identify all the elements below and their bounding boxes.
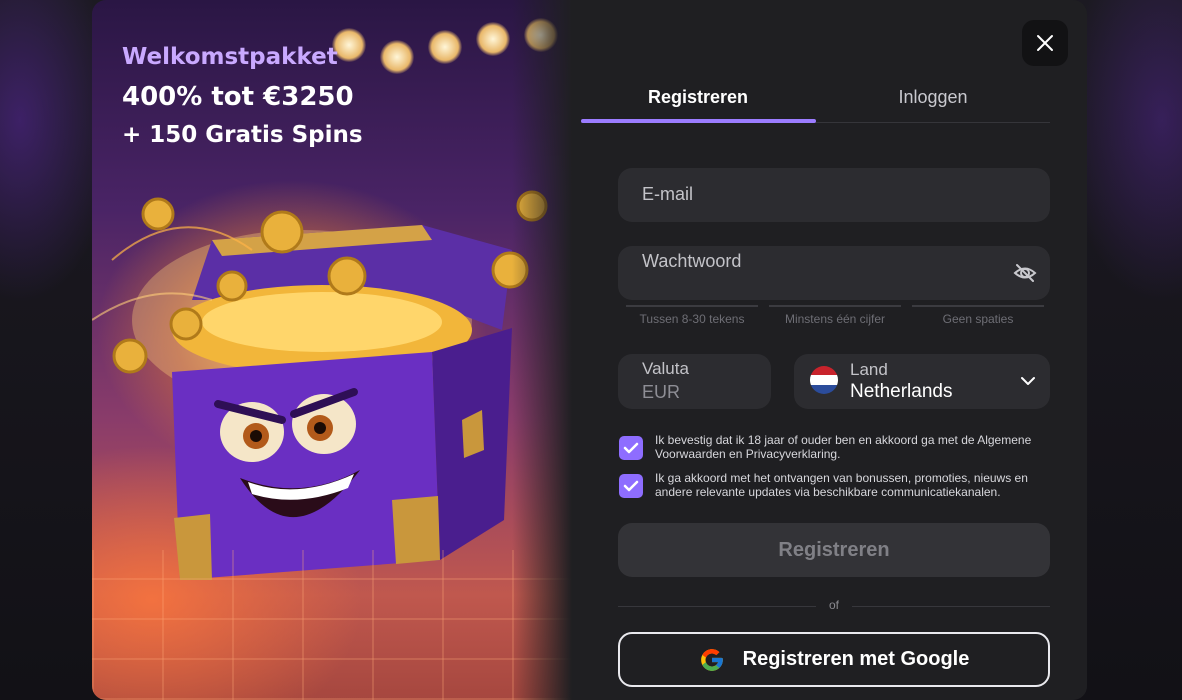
tab-register[interactable]: Registreren	[581, 78, 815, 120]
google-button-content: Registreren met Google	[620, 634, 1048, 685]
google-signup-button[interactable]: Registreren met Google	[618, 632, 1050, 687]
registration-form-panel: Registreren Inloggen E-mail Wachtwoord T…	[572, 0, 1087, 700]
password-hint-length: Tussen 8-30 tekens	[639, 312, 745, 326]
password-hint: Tussen 8-30 tekens	[626, 305, 758, 326]
promo-text-block: Welkomstpakket 400% tot €3250 + 150 Grat…	[122, 44, 363, 148]
active-tab-indicator	[581, 119, 816, 123]
promo-spins: + 150 Gratis Spins	[122, 122, 363, 148]
check-icon	[623, 442, 639, 454]
age-consent-checkbox[interactable]	[619, 436, 643, 460]
promo-banner: Welkomstpakket 400% tot €3250 + 150 Grat…	[92, 0, 572, 700]
country-value: Netherlands	[850, 381, 953, 402]
google-button-label: Registreren met Google	[742, 648, 970, 670]
currency-field: Valuta EUR	[618, 354, 771, 409]
country-label: Land	[850, 360, 888, 379]
marketing-consent-text: Ik ga akkoord met het ontvangen van bonu…	[655, 471, 1028, 499]
password-hint-digit: Minstens één cijfer	[784, 312, 886, 326]
country-select[interactable]: Land Netherlands	[794, 354, 1050, 409]
chevron-down-icon	[1021, 377, 1035, 385]
age-consent-text: Ik bevestig dat ik 18 jaar of ouder ben …	[655, 433, 1032, 461]
email-placeholder: E-mail	[642, 184, 694, 204]
divider-text: of	[828, 598, 839, 612]
email-field[interactable]: E-mail	[618, 168, 1050, 222]
google-icon	[700, 648, 723, 671]
promo-headline: 400% tot €3250	[122, 82, 354, 112]
close-button[interactable]	[1022, 20, 1068, 66]
auth-tabs: Registreren Inloggen	[581, 78, 1050, 123]
netherlands-flag-icon	[810, 366, 838, 394]
currency-label: Valuta	[642, 359, 689, 378]
check-icon	[623, 480, 639, 492]
eye-slash-icon[interactable]	[1012, 260, 1038, 286]
password-placeholder: Wachtwoord	[642, 251, 742, 271]
currency-value: EUR	[642, 382, 681, 402]
password-hint: Geen spaties	[912, 305, 1044, 326]
promo-subtitle: Welkomstpakket	[122, 44, 338, 70]
tab-login[interactable]: Inloggen	[816, 78, 1050, 120]
or-divider: of	[618, 598, 1050, 614]
register-button[interactable]: Registreren	[618, 523, 1050, 577]
neon-floor	[92, 550, 572, 700]
password-hint-spaces: Geen spaties	[942, 312, 1014, 326]
close-icon	[1037, 35, 1053, 51]
divider-line	[852, 606, 1050, 607]
password-field[interactable]: Wachtwoord	[618, 246, 1050, 300]
marketing-consent-checkbox[interactable]	[619, 474, 643, 498]
registration-modal: Welkomstpakket 400% tot €3250 + 150 Grat…	[92, 0, 1087, 700]
promo-fade	[512, 0, 572, 700]
password-hint: Minstens één cijfer	[769, 305, 901, 326]
